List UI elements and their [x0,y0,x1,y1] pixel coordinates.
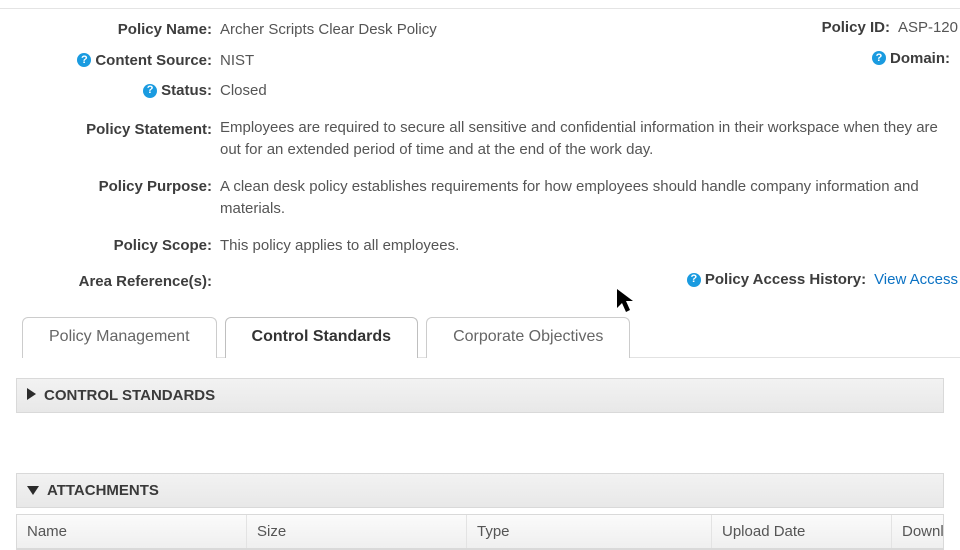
label-access-history: Policy Access History: [705,271,866,288]
row-status: ? Status: Closed [0,80,960,103]
tab-policy-management[interactable]: Policy Management [22,317,217,358]
col-size[interactable]: Size [247,515,467,548]
link-view-access-history[interactable]: View Access [874,271,958,288]
tabs-container: Policy Management Control Standards Corp… [22,316,960,358]
row-policy-name: Policy Name: Archer Scripts Clear Desk P… [0,19,960,42]
attachments-table: Name Size Type Upload Date Downl [16,514,944,550]
row-policy-scope: Policy Scope: This policy applies to all… [0,235,960,258]
value-status: Closed [220,82,267,99]
section-attachments[interactable]: ATTACHMENTS [16,473,944,508]
help-icon[interactable]: ? [143,84,157,98]
value-policy-statement: Employees are required to secure all sen… [220,119,938,159]
label-area-references: Area Reference(s): [79,271,212,292]
label-content-source: Content Source: [95,50,212,71]
label-status: Status: [161,80,212,101]
help-icon[interactable]: ? [77,53,91,67]
label-policy-statement: Policy Statement: [86,119,212,140]
top-divider [0,8,960,9]
tab-corporate-objectives[interactable]: Corporate Objectives [426,317,630,358]
label-policy-id: Policy ID: [822,19,890,36]
label-policy-name: Policy Name: [118,19,212,40]
row-policy-purpose: Policy Purpose: A clean desk policy esta… [0,176,960,221]
row-area-references: Area Reference(s): ? Policy Access Histo… [0,271,960,292]
value-policy-purpose: A clean desk policy establishes requirem… [220,178,919,218]
value-policy-name: Archer Scripts Clear Desk Policy [220,21,437,38]
section-attachments-title: ATTACHMENTS [47,482,159,499]
row-content-source: ? Content Source: NIST ? Domain: [0,50,960,73]
help-icon[interactable]: ? [687,273,701,287]
label-policy-purpose: Policy Purpose: [99,176,212,197]
collapse-right-icon [27,387,36,404]
value-policy-scope: This policy applies to all employees. [220,237,459,254]
section-control-standards[interactable]: CONTROL STANDARDS [16,378,944,413]
col-upload-date[interactable]: Upload Date [712,515,892,548]
col-type[interactable]: Type [467,515,712,548]
collapse-down-icon [27,482,39,499]
section-control-standards-title: CONTROL STANDARDS [44,387,215,404]
tab-control-standards[interactable]: Control Standards [225,317,419,358]
col-download[interactable]: Downl [892,515,954,548]
label-domain: Domain: [890,50,950,67]
row-policy-statement: Policy Statement: Employees are required… [0,117,960,162]
value-policy-id: ASP-120 [898,19,958,36]
label-policy-scope: Policy Scope: [114,235,212,256]
help-icon[interactable]: ? [872,51,886,65]
attachments-table-header: Name Size Type Upload Date Downl [17,515,943,549]
value-content-source: NIST [220,52,254,69]
col-name[interactable]: Name [17,515,247,548]
